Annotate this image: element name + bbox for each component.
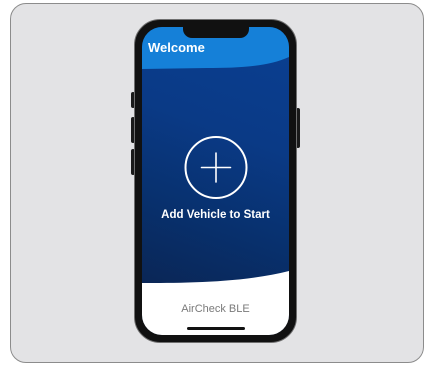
home-indicator [186,327,245,330]
plus-icon [200,152,231,183]
app-screen: Welcome Add Vehicle to Start AirCheck BL… [142,27,289,335]
add-vehicle-button[interactable] [184,136,247,199]
phone-notch [182,27,249,38]
phone-frame: Welcome Add Vehicle to Start AirCheck BL… [134,19,297,343]
page-title: Welcome [148,40,205,55]
add-vehicle-label: Add Vehicle to Start [161,209,270,221]
app-name-label: AirCheck BLE [181,303,250,315]
